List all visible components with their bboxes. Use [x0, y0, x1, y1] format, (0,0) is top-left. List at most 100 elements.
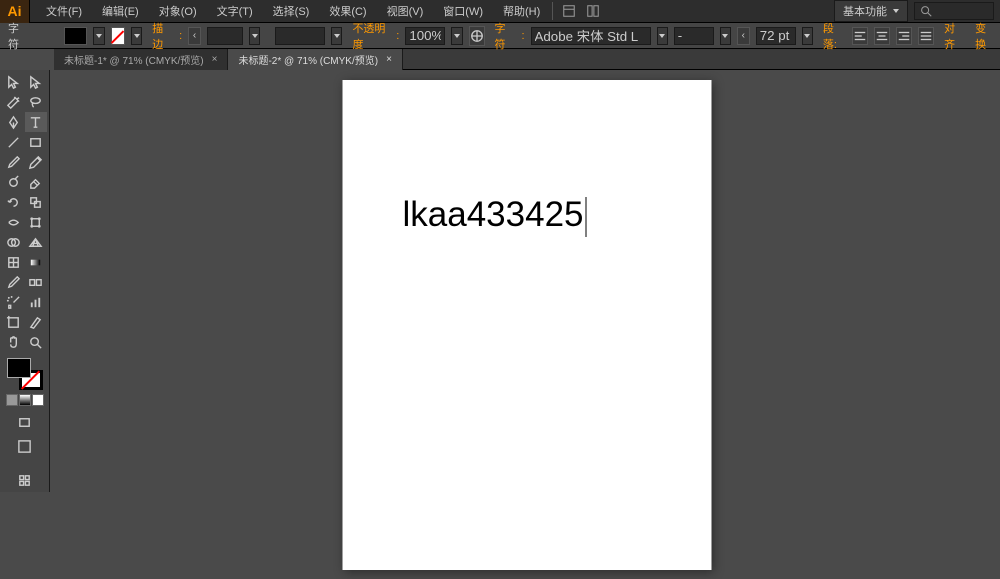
- artboard[interactable]: lkaa433425: [343, 80, 712, 570]
- fill-swatch[interactable]: [7, 358, 31, 378]
- perspective-grid-tool[interactable]: [25, 232, 47, 252]
- symbol-sprayer-tool[interactable]: [2, 292, 24, 312]
- opacity-label[interactable]: 不透明度: [348, 20, 390, 52]
- menu-file[interactable]: 文件(F): [38, 1, 90, 21]
- screen-mode-normal[interactable]: [14, 412, 36, 432]
- menu-items: 文件(F) 编辑(E) 对象(O) 文字(T) 选择(S) 效果(C) 视图(V…: [30, 1, 548, 21]
- character-link[interactable]: 字符: [491, 20, 516, 52]
- recolor-icon[interactable]: [469, 26, 485, 46]
- direct-selection-tool[interactable]: [25, 72, 47, 92]
- font-family-input[interactable]: [531, 27, 651, 45]
- paintbrush-tool[interactable]: [2, 152, 24, 172]
- chevron-down-icon: [804, 34, 810, 38]
- menu-select[interactable]: 选择(S): [265, 1, 318, 21]
- layout-icon[interactable]: [557, 2, 581, 20]
- gradient-tool[interactable]: [25, 252, 47, 272]
- fill-color-box[interactable]: [64, 27, 88, 45]
- slice-tool[interactable]: [25, 312, 47, 332]
- menu-help[interactable]: 帮助(H): [495, 1, 548, 21]
- magic-wand-tool[interactable]: [2, 92, 24, 112]
- dash-dropdown[interactable]: [331, 27, 342, 45]
- stroke-label[interactable]: 描边: [148, 20, 173, 52]
- character-panel-label: 字符: [4, 20, 29, 52]
- color-mode[interactable]: [6, 394, 18, 406]
- document-tab-2[interactable]: 未标题-2* @ 71% (CMYK/预览) ×: [228, 49, 402, 70]
- menu-edit[interactable]: 编辑(E): [94, 1, 147, 21]
- artboard-tool[interactable]: [2, 312, 24, 332]
- zoom-tool[interactable]: [25, 332, 47, 352]
- document-tab-1[interactable]: 未标题-1* @ 71% (CMYK/预览) ×: [54, 49, 228, 70]
- stroke-color-box[interactable]: [111, 27, 125, 45]
- tab-label: 未标题-2* @ 71% (CMYK/预览): [238, 52, 378, 67]
- stroke-dropdown[interactable]: [131, 27, 142, 45]
- pen-tool[interactable]: [2, 112, 24, 132]
- chevron-down-icon: [96, 34, 102, 38]
- menu-view[interactable]: 视图(V): [379, 1, 432, 21]
- stroke-weight-dropdown[interactable]: [249, 27, 260, 45]
- menu-object[interactable]: 对象(O): [151, 1, 205, 21]
- close-icon[interactable]: ×: [212, 54, 218, 65]
- menu-type[interactable]: 文字(T): [209, 1, 261, 21]
- type-tool[interactable]: [25, 112, 47, 132]
- font-family-dropdown[interactable]: [657, 27, 668, 45]
- text-cursor: [586, 197, 587, 237]
- arrange-icon[interactable]: [581, 2, 605, 20]
- tab-label: 未标题-1* @ 71% (CMYK/预览): [64, 52, 204, 67]
- chevron-down-icon: [134, 34, 140, 38]
- tabbar: 未标题-1* @ 71% (CMYK/预览) × 未标题-2* @ 71% (C…: [54, 49, 1000, 70]
- blend-tool[interactable]: [25, 272, 47, 292]
- paragraph-label[interactable]: 段落:: [819, 20, 846, 52]
- align-left-button[interactable]: [852, 27, 868, 45]
- font-size-down[interactable]: ‹: [737, 27, 750, 45]
- font-size-input[interactable]: [756, 27, 796, 45]
- text-object[interactable]: lkaa433425: [403, 195, 587, 238]
- chevron-down-icon: [722, 34, 728, 38]
- align-right-button[interactable]: [896, 27, 912, 45]
- opacity-dropdown[interactable]: [451, 27, 462, 45]
- gradient-mode[interactable]: [19, 394, 31, 406]
- font-style-input[interactable]: [674, 27, 714, 45]
- stroke-weight-input[interactable]: [207, 27, 243, 45]
- align-link[interactable]: 对齐: [940, 20, 965, 52]
- pencil-tool[interactable]: [25, 152, 47, 172]
- eyedropper-tool[interactable]: [2, 272, 24, 292]
- scale-tool[interactable]: [25, 192, 47, 212]
- line-tool[interactable]: [2, 132, 24, 152]
- align-center-button[interactable]: [874, 27, 890, 45]
- opacity-input[interactable]: [405, 27, 445, 45]
- menu-window[interactable]: 窗口(W): [435, 1, 491, 21]
- column-graph-tool[interactable]: [25, 292, 47, 312]
- chevron-down-icon: [334, 34, 340, 38]
- align-justify-button[interactable]: [918, 27, 934, 45]
- chevron-down-icon: [893, 9, 899, 13]
- eraser-tool[interactable]: [25, 172, 47, 192]
- rectangle-tool[interactable]: [25, 132, 47, 152]
- selection-tool[interactable]: [2, 72, 24, 92]
- dash-input[interactable]: [275, 27, 325, 45]
- transform-link[interactable]: 变换: [971, 20, 996, 52]
- search-box[interactable]: [914, 2, 994, 20]
- chevron-down-icon: [252, 34, 258, 38]
- font-size-dropdown[interactable]: [802, 27, 813, 45]
- lasso-tool[interactable]: [25, 92, 47, 112]
- menu-effect[interactable]: 效果(C): [321, 1, 374, 21]
- chevron-down-icon: [659, 34, 665, 38]
- hand-tool[interactable]: [2, 332, 24, 352]
- fill-dropdown[interactable]: [93, 27, 104, 45]
- free-transform-tool[interactable]: [25, 212, 47, 232]
- chevron-down-icon: [454, 34, 460, 38]
- close-icon[interactable]: ×: [386, 54, 392, 65]
- font-style-dropdown[interactable]: [720, 27, 731, 45]
- color-picker: [2, 358, 47, 406]
- width-tool[interactable]: [2, 212, 24, 232]
- screen-mode-full[interactable]: [14, 436, 36, 456]
- mesh-tool[interactable]: [2, 252, 24, 272]
- separator: [552, 2, 553, 20]
- shape-builder-tool[interactable]: [2, 232, 24, 252]
- rotate-tool[interactable]: [2, 192, 24, 212]
- blob-brush-tool[interactable]: [2, 172, 24, 192]
- edit-toolbar-icon[interactable]: [14, 470, 36, 490]
- canvas-area[interactable]: lkaa433425: [54, 70, 1000, 579]
- none-mode[interactable]: [32, 394, 44, 406]
- stroke-down[interactable]: ‹: [188, 27, 201, 45]
